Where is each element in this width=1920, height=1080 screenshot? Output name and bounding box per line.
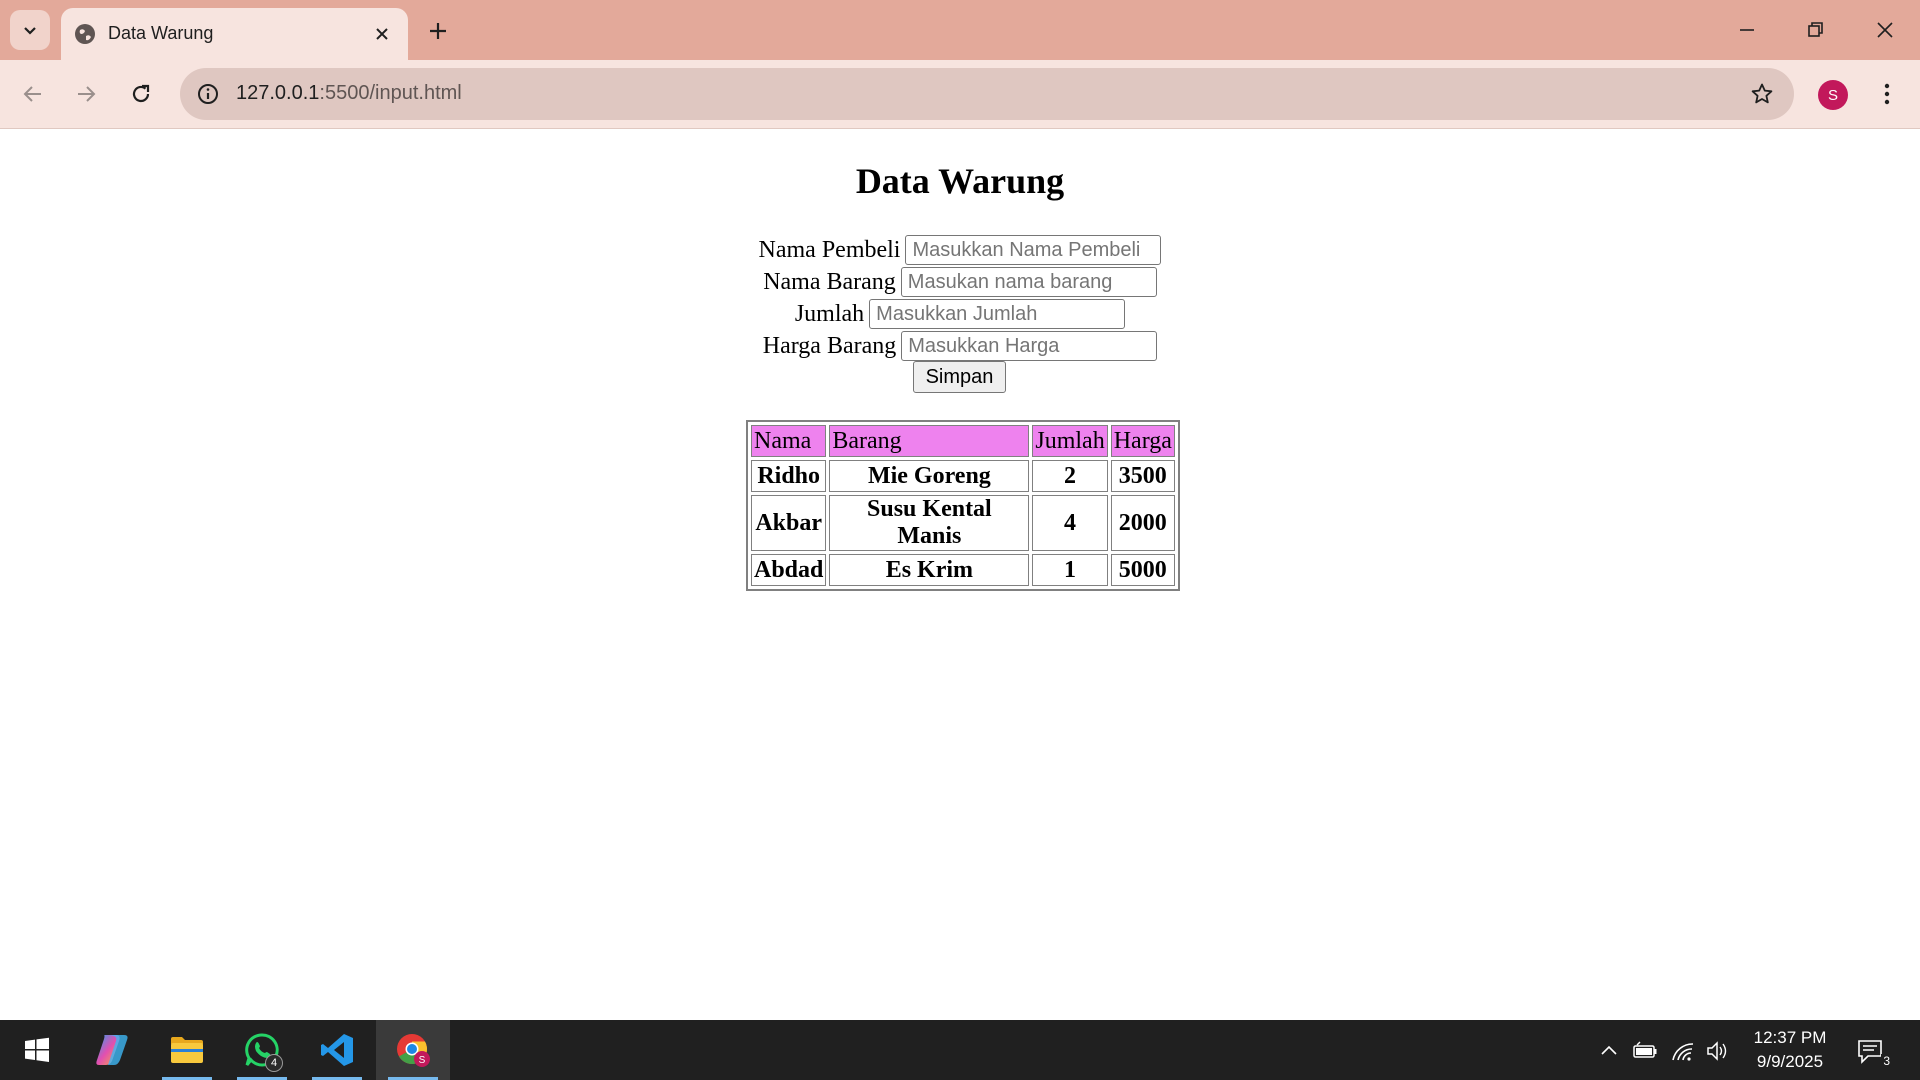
close-window-button[interactable]: [1860, 8, 1910, 52]
table-row: Akbar Susu Kental Manis 4 2000: [751, 495, 1175, 551]
windows-taskbar: 4 S 12:37 PM 9/9/2025 3: [0, 1020, 1920, 1080]
chevron-up-icon: [1601, 1045, 1617, 1055]
globe-icon: [73, 22, 97, 46]
taskbar-chrome[interactable]: S: [376, 1020, 450, 1080]
table-cell: Akbar: [751, 495, 827, 551]
taskbar-file-explorer[interactable]: [150, 1020, 224, 1080]
arrow-left-icon: [23, 86, 41, 102]
nama-pembeli-label: Nama Pembeli: [758, 236, 901, 263]
notification-count: 3: [1881, 1054, 1892, 1068]
profile-avatar[interactable]: S: [1818, 80, 1848, 110]
browser-menu-button[interactable]: [1872, 74, 1902, 114]
whatsapp-unread-badge: 4: [265, 1054, 283, 1072]
column-header: Barang: [829, 425, 1030, 457]
url-host: 127.0.0.1: [236, 82, 320, 104]
tab-title: Data Warung: [108, 23, 214, 43]
table-cell: Abdad: [751, 554, 827, 586]
tab-search-button[interactable]: [10, 10, 50, 50]
data-table: Nama Barang Jumlah Harga Ridho Mie Goren…: [746, 420, 1180, 591]
clock-time: 12:37 PM: [1753, 1028, 1827, 1047]
form-row-nama-pembeli: Nama Pembeli: [0, 234, 1920, 266]
nama-barang-label: Nama Barang: [763, 268, 896, 295]
table-row: Abdad Es Krim 1 5000: [751, 554, 1175, 586]
start-button[interactable]: [0, 1020, 74, 1080]
jumlah-label: Jumlah: [794, 300, 865, 327]
battery-icon[interactable]: [1632, 1038, 1658, 1064]
table-cell: Mie Goreng: [829, 460, 1030, 492]
table-row: Ridho Mie Goreng 2 3500: [751, 460, 1175, 492]
harga-barang-label: Harga Barang: [762, 332, 897, 359]
table-cell: 2: [1032, 460, 1108, 492]
windows-logo-icon: [25, 1037, 49, 1062]
page-title: Data Warung: [855, 161, 1065, 201]
close-tab-icon[interactable]: [368, 20, 396, 48]
table-cell: Es Krim: [829, 554, 1030, 586]
table-header-row: Nama Barang Jumlah Harga: [751, 425, 1175, 457]
harga-barang-input[interactable]: [901, 331, 1158, 361]
taskbar-whatsapp[interactable]: 4: [225, 1020, 299, 1080]
forward-button[interactable]: [66, 74, 106, 114]
minimize-icon: [1740, 29, 1754, 31]
jumlah-input[interactable]: [869, 299, 1126, 329]
form-row-jumlah: Jumlah: [0, 298, 1920, 330]
svg-text:S: S: [419, 1055, 426, 1066]
simpan-button[interactable]: Simpan: [913, 361, 1006, 393]
form-row-harga-barang: Harga Barang: [0, 330, 1920, 362]
browser-tab-strip: Data Warung: [0, 0, 1920, 60]
column-header: Nama: [751, 425, 827, 457]
vscode-icon: [321, 1034, 353, 1066]
form-row-nama-barang: Nama Barang: [0, 266, 1920, 298]
back-button[interactable]: [13, 74, 53, 114]
wifi-icon[interactable]: [1670, 1038, 1696, 1064]
notification-center-button[interactable]: 3: [1852, 1034, 1892, 1068]
site-info-icon[interactable]: [194, 80, 222, 108]
browser-toolbar: 127.0.0.1:5500/input.html S: [0, 60, 1920, 129]
browser-tab-active[interactable]: Data Warung: [61, 8, 408, 60]
close-icon: [1877, 22, 1893, 38]
more-vert-icon: [1884, 83, 1890, 105]
table-cell: 5000: [1110, 554, 1175, 586]
nama-pembeli-input[interactable]: [905, 235, 1162, 265]
table-cell: 4: [1032, 495, 1108, 551]
minimize-button[interactable]: [1722, 8, 1772, 52]
table-cell: Ridho: [751, 460, 827, 492]
taskbar-clock[interactable]: 12:37 PM 9/9/2025: [1740, 1026, 1840, 1074]
page-content: Data Warung Nama Pembeli Nama Barang Jum…: [0, 130, 1920, 1020]
reload-icon: [132, 84, 150, 103]
notification-icon: [1858, 1040, 1882, 1064]
column-header: Jumlah: [1032, 425, 1108, 457]
url-text: 127.0.0.1:5500/input.html: [236, 82, 462, 105]
address-bar[interactable]: 127.0.0.1:5500/input.html: [180, 68, 1794, 120]
url-path: :5500/input.html: [319, 82, 462, 104]
volume-icon[interactable]: [1705, 1038, 1731, 1064]
restore-icon: [1808, 22, 1823, 37]
restore-button[interactable]: [1791, 8, 1841, 52]
clock-date: 9/9/2025: [1756, 1052, 1824, 1071]
arrow-right-icon: [78, 86, 96, 102]
table-cell: 1: [1032, 554, 1108, 586]
table-cell: Susu Kental Manis: [829, 495, 1030, 551]
plus-icon: [430, 23, 446, 39]
taskbar-copilot[interactable]: [75, 1020, 149, 1080]
column-header: Harga: [1110, 425, 1175, 457]
bookmark-star-icon[interactable]: [1748, 80, 1776, 108]
table-cell: 3500: [1110, 460, 1175, 492]
copilot-icon: [96, 1035, 128, 1065]
reload-button[interactable]: [121, 74, 161, 114]
folder-icon: [171, 1037, 203, 1063]
chevron-down-icon: [24, 27, 36, 35]
table-cell: 2000: [1110, 495, 1175, 551]
show-hidden-icons-button[interactable]: [1596, 1038, 1622, 1064]
taskbar-vscode[interactable]: [300, 1020, 374, 1080]
nama-barang-input[interactable]: [900, 267, 1157, 297]
new-tab-button[interactable]: [421, 14, 455, 48]
chrome-icon: S: [397, 1034, 430, 1067]
